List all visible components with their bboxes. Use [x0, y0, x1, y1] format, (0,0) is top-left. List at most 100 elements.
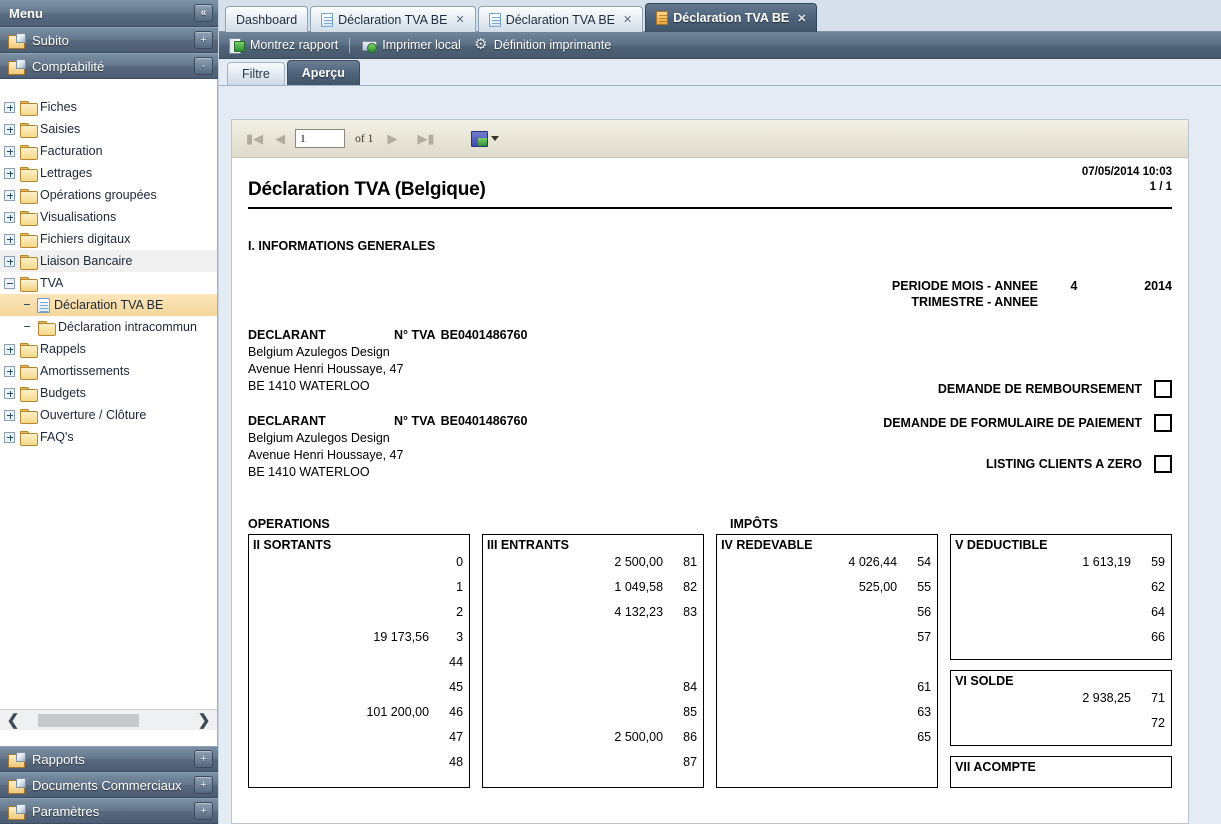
first-page-icon[interactable]: ▮◀ [246, 131, 263, 147]
tree-item-liaison-bancaire[interactable]: Liaison Bancaire [0, 250, 217, 272]
document-tab-3[interactable]: Déclaration TVA BE ✕ [645, 3, 818, 32]
box-column-right: V DEDUCTIBLE 1 613,19 59 62 64 66 VI SOLDE 2… [950, 534, 1173, 788]
expand-icon[interactable] [4, 431, 15, 443]
checkbox-listing-clients-zero[interactable] [1154, 455, 1172, 473]
sidebar-group-documents-commerciaux[interactable]: Documents Commerciaux + [0, 772, 218, 798]
box-row: 45 [253, 680, 463, 705]
tree-item-lettrages[interactable]: Lettrages [0, 162, 217, 184]
expand-icon[interactable] [4, 101, 15, 113]
report-page: ▮◀ ◀ 1 of 1 ▶ ▶▮ 07/05/2014 10:03 1 / 1 [231, 119, 1189, 824]
tab-apercu[interactable]: Aperçu [286, 60, 360, 85]
box-row-amount: 1 613,19 [1082, 555, 1132, 569]
scroll-left-icon[interactable]: ❮ [0, 711, 26, 729]
expand-icon[interactable] [4, 233, 15, 245]
tree-item-budgets[interactable]: Budgets [0, 382, 217, 404]
tree-item-tva[interactable]: TVA [0, 272, 217, 294]
box-rows: 2 938,25 71 72 [955, 691, 1165, 741]
box-redevable: IV REDEVABLE 4 026,44 54 525,00 55 56 57 61 63 6… [716, 534, 939, 788]
tree-item-label: Ouverture / Clôture [40, 408, 147, 422]
box-row-code: 66 [1151, 630, 1166, 644]
expand-icon[interactable] [4, 409, 15, 421]
expand-button[interactable]: + [194, 750, 213, 768]
printer-definition-button[interactable]: ⚙ Définition imprimante [473, 37, 611, 53]
folder-icon [20, 430, 38, 446]
tree-item-d-claration-tva-be[interactable]: Déclaration TVA BE [0, 294, 217, 316]
tree-item-fichiers-digitaux[interactable]: Fichiers digitaux [0, 228, 217, 250]
sidebar-title: Menu [9, 5, 43, 21]
show-report-button[interactable]: Montrez rapport [229, 37, 338, 54]
sidebar-collapse-button[interactable]: « [194, 4, 213, 22]
collapse-button[interactable]: - [194, 57, 213, 75]
sidebar-group-subito[interactable]: Subito + [0, 27, 218, 53]
tree-item-saisies[interactable]: Saisies [0, 118, 217, 140]
last-page-icon[interactable]: ▶▮ [417, 131, 434, 147]
checkbox-remboursement[interactable] [1154, 380, 1172, 398]
sidebar-group-rapports[interactable]: Rapports + [0, 746, 218, 772]
tree-item-label: Opérations groupées [40, 188, 157, 202]
expand-icon[interactable] [4, 255, 15, 267]
document-tab-0[interactable]: Dashboard [225, 6, 309, 32]
scroll-right-icon[interactable]: ❯ [191, 711, 217, 729]
section-informations-generales: I. INFORMATIONS GENERALES [248, 239, 436, 253]
tree-item-facturation[interactable]: Facturation [0, 140, 217, 162]
box-row: 101 200,00 46 [253, 705, 463, 730]
expand-button[interactable]: + [194, 31, 213, 49]
close-icon[interactable]: ✕ [455, 13, 464, 26]
tree-item-ouverture-cl-ture[interactable]: Ouverture / Clôture [0, 404, 217, 426]
declarant-title: DECLARANT [248, 414, 326, 428]
tree-item-op-rations-group-es[interactable]: Opérations groupées [0, 184, 217, 206]
box-row: 85 [487, 705, 697, 730]
expand-icon[interactable] [4, 145, 15, 157]
tree-item-rappels[interactable]: Rappels [0, 338, 217, 360]
sidebar-horizontal-scrollbar[interactable]: ❮ ❯ [0, 709, 217, 730]
scrollbar-thumb[interactable] [38, 713, 139, 727]
sidebar-group-label: Rapports [32, 751, 85, 767]
box-row-code: 44 [449, 655, 464, 669]
export-menu[interactable] [470, 131, 499, 147]
folder-icon [20, 364, 38, 380]
expand-icon[interactable] [4, 211, 15, 223]
expand-icon[interactable] [4, 167, 15, 179]
document-tab-2[interactable]: Déclaration TVA BE ✕ [477, 6, 644, 32]
prev-page-icon[interactable]: ◀ [275, 131, 285, 147]
expand-icon[interactable] [4, 123, 15, 135]
checkbox-row-listing: LISTING CLIENTS A ZERO [986, 455, 1172, 473]
close-icon[interactable]: ✕ [797, 12, 806, 25]
sidebar-group-label: Comptabilité [32, 58, 105, 74]
declarant-tva-label: N° TVA [394, 414, 436, 428]
page-number-input[interactable]: 1 [295, 129, 346, 148]
expand-button[interactable]: + [194, 776, 213, 794]
box-row: 84 [487, 680, 697, 705]
chevron-down-icon[interactable] [490, 136, 499, 141]
tree-item-faq-s[interactable]: FAQ's [0, 426, 217, 448]
close-icon[interactable]: ✕ [623, 13, 632, 26]
tab-label: Déclaration TVA BE [673, 11, 790, 25]
expand-icon[interactable] [4, 343, 15, 355]
tree-item-fiches[interactable]: Fiches [0, 96, 217, 118]
tree-item-amortissements[interactable]: Amortissements [0, 360, 217, 382]
next-page-icon[interactable]: ▶ [387, 131, 397, 147]
box-solde: VI SOLDE 2 938,25 71 72 [950, 670, 1173, 746]
box-row: 65 [721, 730, 931, 755]
expand-button[interactable]: + [194, 802, 213, 820]
module-icon [8, 32, 26, 49]
collapse-icon[interactable] [4, 277, 15, 289]
declarant-street: Avenue Henri Houssaye, 47 [248, 362, 404, 376]
expand-icon[interactable] [4, 365, 15, 377]
print-local-button[interactable]: Imprimer local [361, 37, 461, 53]
sidebar-group-parametres[interactable]: Paramètres + [0, 798, 218, 824]
save-export-icon[interactable] [470, 131, 488, 147]
box-acompte: VII ACOMPTE [950, 756, 1173, 788]
checkbox-formulaire-paiement[interactable] [1154, 414, 1172, 432]
tree-item-d-claration-intracommun[interactable]: Déclaration intracommun [0, 316, 217, 338]
expand-icon[interactable] [4, 387, 15, 399]
box-row-code: 2 [456, 605, 464, 619]
tree-item-visualisations[interactable]: Visualisations [0, 206, 217, 228]
expand-icon[interactable] [4, 189, 15, 201]
sidebar-group-comptabilite[interactable]: Comptabilité - [0, 53, 218, 79]
box-row: 72 [955, 716, 1165, 741]
document-tab-1[interactable]: Déclaration TVA BE ✕ [310, 6, 476, 32]
box-row: 2 [253, 605, 463, 630]
tab-filtre[interactable]: Filtre [227, 62, 285, 85]
sidebar: Menu « Subito + Comptabilité - Fiches Sai… [0, 0, 218, 824]
